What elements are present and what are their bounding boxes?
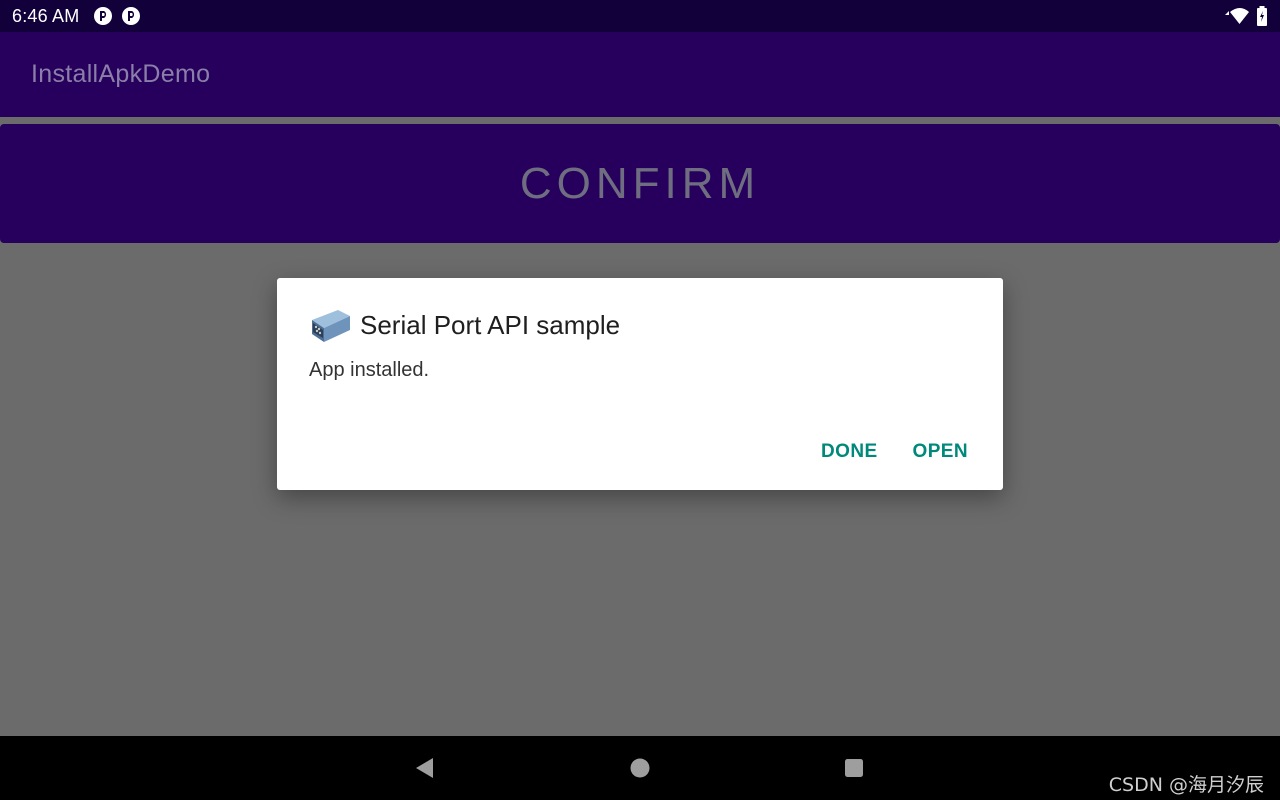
dialog-title: Serial Port API sample bbox=[360, 309, 621, 340]
confirm-button[interactable]: CONFIRM bbox=[0, 124, 1280, 243]
app-title: InstallApkDemo bbox=[31, 60, 211, 88]
install-dialog: Serial Port API sample App installed. DO… bbox=[277, 278, 1003, 490]
wifi-icon bbox=[1224, 7, 1250, 25]
dialog-message: App installed. bbox=[309, 359, 430, 381]
status-bar: 6:46 AM bbox=[0, 0, 1280, 32]
app-notification-icon bbox=[121, 6, 141, 26]
recents-button[interactable] bbox=[830, 736, 878, 800]
open-button[interactable]: OPEN bbox=[913, 441, 968, 463]
back-icon bbox=[416, 758, 433, 778]
navigation-bar bbox=[0, 736, 1280, 800]
dialog-header: Serial Port API sample bbox=[308, 306, 620, 344]
battery-icon bbox=[1256, 6, 1268, 26]
home-button[interactable] bbox=[616, 736, 664, 800]
status-time: 6:46 AM bbox=[12, 5, 80, 26]
serial-port-app-icon bbox=[308, 306, 352, 344]
confirm-button-label: CONFIRM bbox=[519, 158, 761, 208]
app-bar: InstallApkDemo bbox=[0, 32, 1280, 117]
back-button[interactable] bbox=[400, 736, 448, 800]
recents-icon bbox=[845, 759, 863, 777]
watermark: CSDN @海月汐辰 bbox=[1108, 774, 1264, 796]
system-icons bbox=[1224, 6, 1268, 26]
dialog-actions: DONE OPEN bbox=[821, 441, 968, 463]
app-notification-icon bbox=[93, 6, 113, 26]
notification-icons bbox=[93, 6, 141, 26]
home-icon bbox=[630, 758, 650, 778]
done-button[interactable]: DONE bbox=[821, 441, 878, 463]
